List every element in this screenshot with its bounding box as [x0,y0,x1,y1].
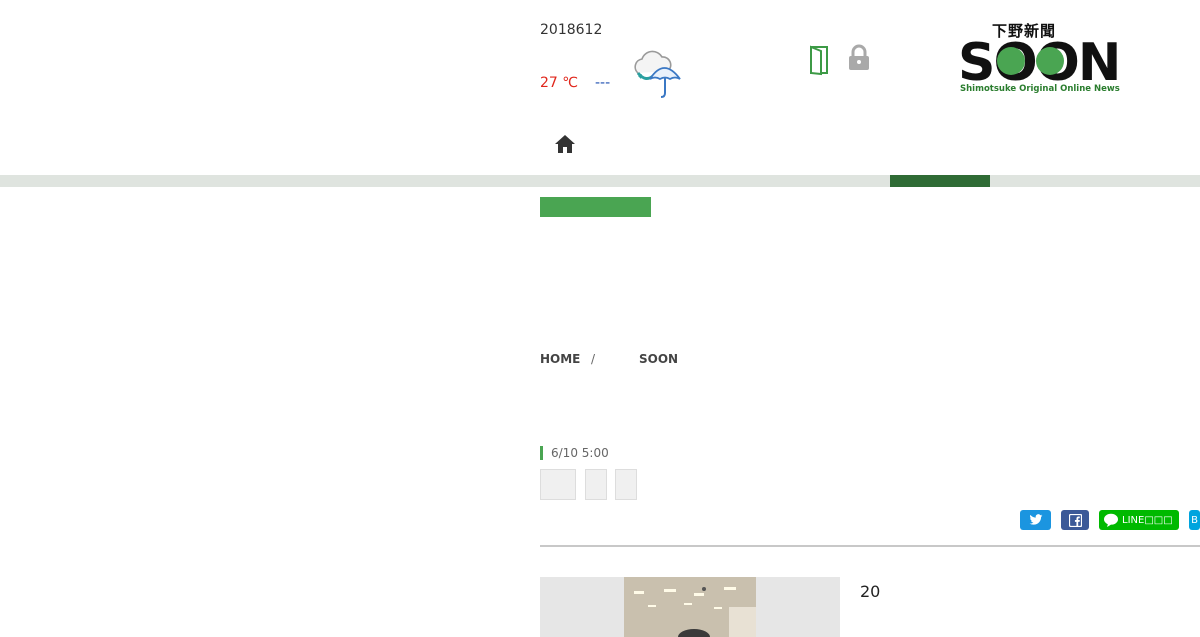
divider [540,545,1200,547]
nav-active-tab[interactable] [890,175,990,187]
hatena-share-button[interactable]: B [1189,510,1200,530]
hatena-icon: B [1191,514,1198,526]
article-timestamp: 6/10 5:00 [540,446,609,460]
lock-icon[interactable] [845,44,873,72]
logo-tagline: Shimotsuke Original Online News [960,84,1120,94]
nav-bar [0,175,1200,187]
article-text: 20 [860,582,881,601]
breadcrumb-current[interactable]: SOON [639,352,678,366]
logo-wordmark: SOON [958,36,1121,84]
photo-image [624,577,756,637]
breadcrumb-separator: / [591,352,596,366]
cloud-rain-umbrella-icon [628,47,682,99]
facebook-icon [1068,513,1082,527]
date-label: 2018612 [540,22,603,38]
facebook-share-button[interactable] [1061,510,1089,530]
article-tag[interactable] [615,469,637,500]
temp-low: --- [595,75,611,91]
site-logo[interactable]: 下野新聞 SOON Shimotsuke Original Online New… [958,20,1122,100]
breadcrumb-home[interactable]: HOME [540,352,580,366]
article-photo[interactable] [540,577,840,637]
line-icon [1104,513,1118,527]
twitter-icon [1029,514,1042,525]
article-tag[interactable] [585,469,607,500]
article-tag[interactable] [540,469,576,500]
home-icon[interactable] [553,133,577,155]
door-icon[interactable] [808,44,834,76]
category-tag[interactable] [540,197,651,217]
temp-high: 27 ℃ [540,75,578,91]
line-share-label: LINE□□□ [1122,514,1173,526]
twitter-share-button[interactable] [1020,510,1051,530]
line-share-button[interactable]: LINE□□□ [1099,510,1179,530]
